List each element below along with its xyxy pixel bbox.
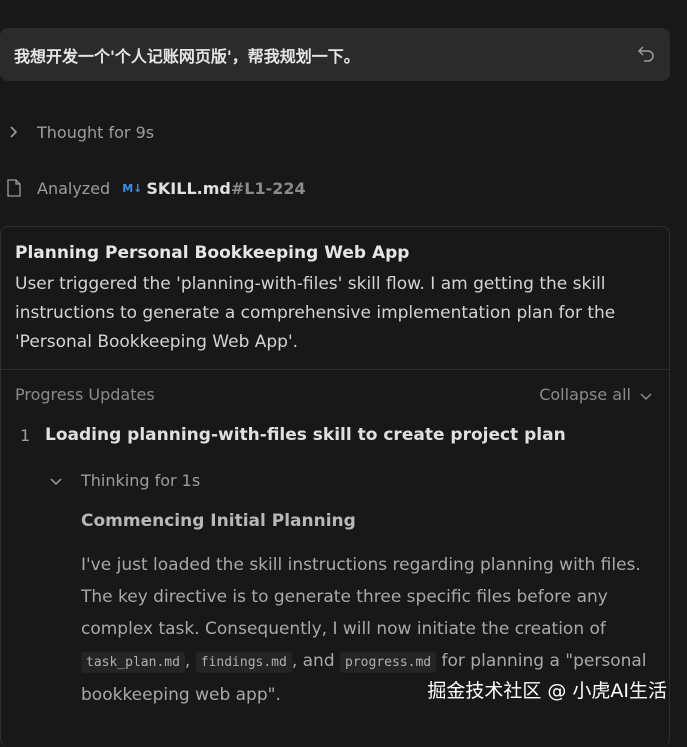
- file-icon: [6, 179, 22, 197]
- chevron-down-icon: [639, 388, 653, 402]
- thought-toggle[interactable]: Thought for 9s: [0, 120, 154, 144]
- collapse-all-label: Collapse all: [539, 385, 631, 404]
- user-message-text: 我想开发一个'个人记账网页版'，帮我规划一下。: [14, 46, 360, 66]
- thinking-body-text: I've just loaded the skill instructions …: [81, 555, 641, 639]
- markdown-icon: M↓: [122, 181, 143, 195]
- undo-arrow-icon[interactable]: [636, 43, 656, 63]
- thinking-toggle[interactable]: Thinking for 1s: [49, 471, 200, 490]
- divider: [1, 369, 669, 370]
- analyzed-file-row[interactable]: Analyzed M↓ SKILL.md #L1-224: [0, 176, 306, 200]
- code-findings: findings.md: [195, 652, 292, 673]
- code-task-plan: task_plan.md: [81, 652, 185, 673]
- line-range: #L1-224: [230, 178, 306, 198]
- thought-label: Thought for 9s: [37, 122, 155, 142]
- separator-text: ,: [184, 651, 196, 671]
- chevron-down-icon: [49, 474, 63, 488]
- chevron-right-icon: [6, 124, 22, 140]
- collapse-all-button[interactable]: Collapse all: [539, 385, 653, 404]
- user-message-bubble: 我想开发一个'个人记账网页版'，帮我规划一下。: [0, 28, 670, 81]
- task-card: Planning Personal Bookkeeping Web App Us…: [0, 226, 670, 747]
- thinking-label: Thinking for 1s: [81, 471, 201, 490]
- thinking-subtitle: Commencing Initial Planning: [81, 511, 356, 531]
- task-title: Planning Personal Bookkeeping Web App: [15, 243, 410, 263]
- step-number: 1: [20, 426, 31, 445]
- file-name-link[interactable]: SKILL.md: [146, 179, 230, 198]
- watermark: 掘金技术社区 @ 小虎AI生活: [427, 680, 667, 702]
- analyzed-label: Analyzed: [37, 178, 111, 198]
- progress-updates-label: Progress Updates: [15, 385, 155, 404]
- step-title: Loading planning-with-files skill to cre…: [45, 425, 566, 445]
- task-description: User triggered the 'planning-with-files'…: [15, 274, 616, 352]
- separator-text: , and: [291, 651, 341, 671]
- code-progress: progress.md: [340, 652, 437, 673]
